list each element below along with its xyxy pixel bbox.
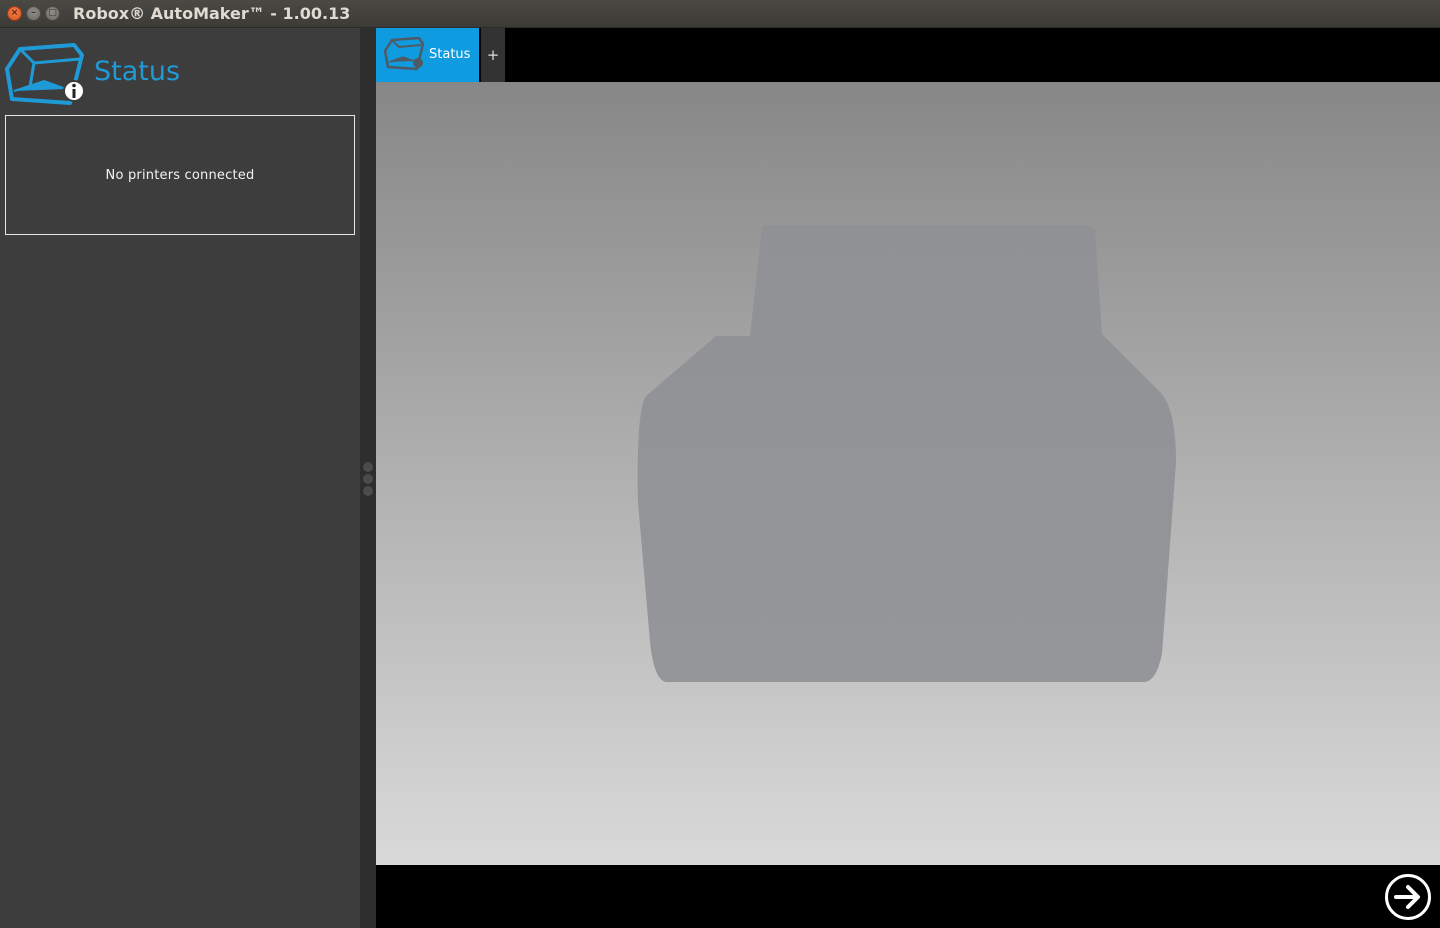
close-icon[interactable]: × bbox=[7, 6, 22, 21]
tab-bar: Status + bbox=[376, 28, 1440, 82]
window-title: Robox® AutoMaker™ - 1.00.13 bbox=[73, 4, 351, 23]
divider-grip-icon[interactable] bbox=[363, 474, 373, 484]
printer-list-panel: No printers connected bbox=[5, 115, 355, 235]
tab-status[interactable]: Status bbox=[376, 28, 479, 82]
bottom-toolbar bbox=[376, 865, 1440, 928]
printer-silhouette bbox=[637, 225, 1176, 682]
arrow-right-circle-icon[interactable] bbox=[1384, 873, 1432, 921]
window-titlebar: × – □ Robox® AutoMaker™ - 1.00.13 bbox=[0, 0, 1440, 28]
no-printers-message: No printers connected bbox=[105, 167, 255, 183]
add-tab-button[interactable]: + bbox=[481, 28, 505, 82]
divider-grip-icon[interactable] bbox=[363, 462, 373, 472]
printer-status-icon bbox=[383, 37, 425, 71]
printer-3d-viewport[interactable] bbox=[376, 82, 1440, 865]
page-title: Status bbox=[94, 56, 181, 87]
divider-grip-icon[interactable] bbox=[363, 486, 373, 496]
printer-info-icon bbox=[5, 43, 85, 105]
minimize-icon[interactable]: – bbox=[26, 6, 41, 21]
sidebar: Status No printers connected bbox=[0, 28, 360, 928]
maximize-icon[interactable]: □ bbox=[45, 6, 60, 21]
tab-status-label: Status bbox=[429, 47, 471, 62]
